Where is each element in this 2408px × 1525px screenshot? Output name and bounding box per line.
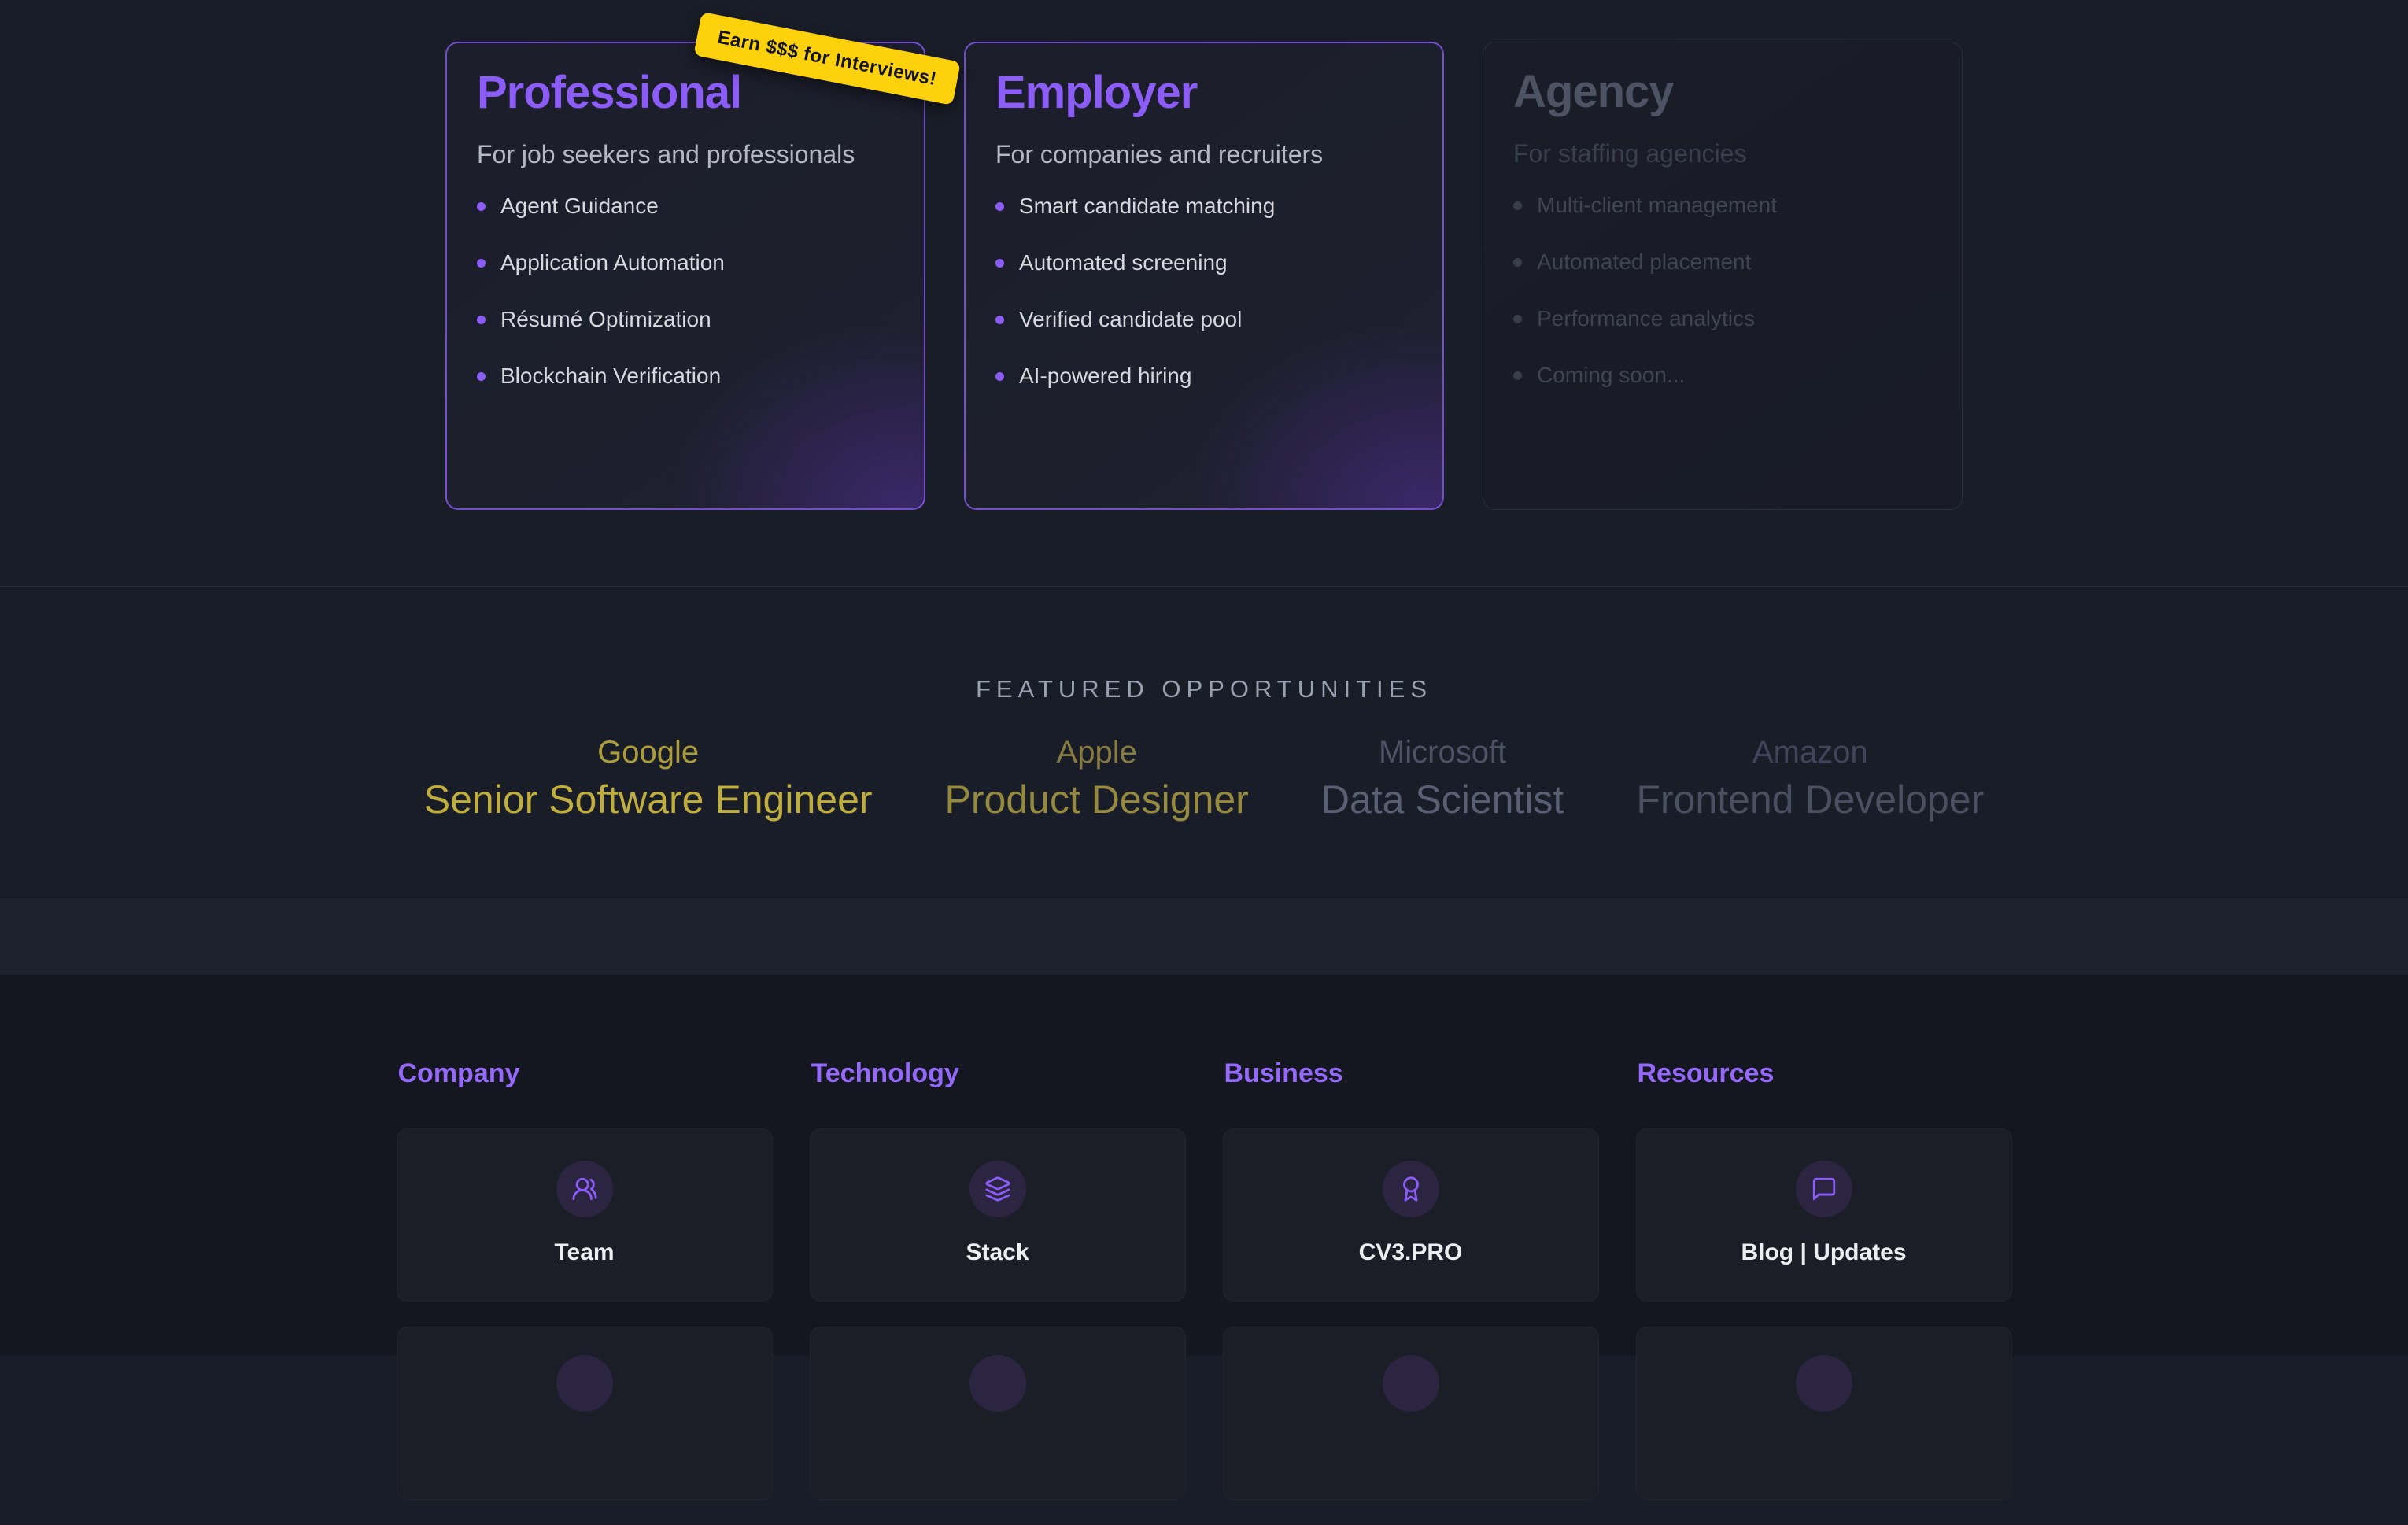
plan-feature: Coming soon... [1513, 362, 1932, 389]
bullet-icon [1513, 201, 1522, 210]
plan-feature: Blockchain Verification [477, 363, 894, 390]
bullet-icon [477, 202, 486, 211]
message-icon [1796, 1161, 1852, 1217]
footer-column-technology: Technology Stack [810, 1058, 1186, 1525]
hidden-icon [969, 1355, 1026, 1412]
plan-subtitle: For companies and recruiters [995, 139, 1413, 169]
plan-title: Agency [1513, 66, 1932, 118]
footer-column-resources: Resources Blog | Updates [1636, 1058, 2012, 1525]
plans-section: Earn $$$ for Interviews! Professional Fo… [0, 0, 2408, 586]
footer-heading: Company [398, 1058, 773, 1089]
featured-job-amazon[interactable]: Amazon Frontend Developer [1636, 733, 1984, 823]
job-company: Apple [945, 733, 1249, 771]
users-icon [556, 1161, 613, 1217]
bullet-icon [1513, 258, 1522, 267]
featured-heading: FEATURED OPPORTUNITIES [0, 675, 2408, 703]
job-title: Frontend Developer [1636, 776, 1984, 823]
footer-card-team[interactable]: Team [397, 1128, 773, 1302]
featured-job-apple[interactable]: Apple Product Designer [945, 733, 1249, 823]
plan-feature: AI-powered hiring [995, 363, 1413, 390]
plan-subtitle: For staffing agencies [1513, 138, 1932, 168]
footer-card-label: Blog | Updates [1741, 1239, 1906, 1266]
hidden-icon [1796, 1355, 1852, 1412]
bullet-icon [995, 372, 1004, 381]
plan-feature: Résumé Optimization [477, 306, 894, 333]
plan-feature-label: Agent Guidance [500, 194, 659, 219]
plan-feature-label: Automated screening [1019, 250, 1228, 275]
award-icon [1383, 1161, 1439, 1217]
plan-feature: Verified candidate pool [995, 306, 1413, 333]
featured-jobs-row: Google Senior Software Engineer Apple Pr… [0, 733, 2408, 823]
plan-feature: Multi-client management [1513, 192, 1932, 219]
featured-opportunities-section: FEATURED OPPORTUNITIES Google Senior Sof… [0, 586, 2408, 899]
plan-feature-label: Application Automation [500, 250, 725, 275]
job-title: Product Designer [945, 776, 1249, 823]
job-title: Senior Software Engineer [424, 776, 873, 823]
job-title: Data Scientist [1321, 776, 1564, 823]
bullet-icon [1513, 315, 1522, 323]
plan-feature-label: Performance analytics [1537, 306, 1755, 331]
hidden-icon [556, 1355, 613, 1412]
site-footer: Company Team Technology Stack [0, 974, 2408, 1356]
footer-column-company: Company Team [397, 1058, 773, 1525]
footer-card-cv3pro[interactable]: CV3.PRO [1223, 1128, 1599, 1302]
footer-card-partial[interactable] [397, 1327, 773, 1500]
job-company: Amazon [1636, 733, 1984, 771]
plan-feature: Automated screening [995, 249, 1413, 276]
plan-title: Employer [995, 67, 1413, 119]
plan-feature-label: Verified candidate pool [1019, 307, 1242, 332]
hidden-icon [1383, 1355, 1439, 1412]
footer-heading: Resources [1638, 1058, 2012, 1089]
footer-card-label: Stack [966, 1239, 1029, 1266]
plan-feature-label: Coming soon... [1537, 363, 1685, 388]
bullet-icon [477, 259, 486, 268]
plan-feature-label: Blockchain Verification [500, 364, 721, 389]
featured-job-google[interactable]: Google Senior Software Engineer [424, 733, 873, 823]
footer-heading: Business [1224, 1058, 1599, 1089]
plan-card-agency: Agency For staffing agencies Multi-clien… [1483, 42, 1963, 510]
bullet-icon [477, 372, 486, 381]
footer-card-blog[interactable]: Blog | Updates [1636, 1128, 2012, 1302]
footer-heading: Technology [811, 1058, 1186, 1089]
plans-row: Professional For job seekers and profess… [445, 42, 1963, 510]
plan-feature: Application Automation [477, 249, 894, 276]
bullet-icon [995, 259, 1004, 268]
plan-feature: Agent Guidance [477, 193, 894, 220]
plan-feature-label: AI-powered hiring [1019, 364, 1191, 389]
footer-card-label: CV3.PRO [1359, 1239, 1463, 1266]
layers-icon [969, 1161, 1026, 1217]
plan-subtitle: For job seekers and professionals [477, 139, 894, 169]
footer-card-partial[interactable] [1223, 1327, 1599, 1500]
plan-feature: Performance analytics [1513, 305, 1932, 332]
footer-column-business: Business CV3.PRO [1223, 1058, 1599, 1525]
footer-card-partial[interactable] [810, 1327, 1186, 1500]
footer-columns: Company Team Technology Stack [397, 1058, 2012, 1525]
bullet-icon [995, 316, 1004, 324]
plan-feature: Smart candidate matching [995, 193, 1413, 220]
plan-feature-list: Smart candidate matching Automated scree… [995, 193, 1413, 390]
job-company: Google [424, 733, 873, 771]
plan-feature: Automated placement [1513, 249, 1932, 275]
plan-feature-list: Multi-client management Automated placem… [1513, 192, 1932, 389]
footer-card-label: Team [554, 1239, 614, 1266]
plan-feature-label: Multi-client management [1537, 193, 1777, 218]
section-divider-band [0, 899, 2408, 974]
featured-job-microsoft[interactable]: Microsoft Data Scientist [1321, 733, 1564, 823]
plan-feature-label: Automated placement [1537, 249, 1751, 275]
bullet-icon [1513, 371, 1522, 380]
bullet-icon [477, 316, 486, 324]
job-company: Microsoft [1321, 733, 1564, 771]
plan-card-professional[interactable]: Professional For job seekers and profess… [445, 42, 925, 510]
plan-feature-label: Résumé Optimization [500, 307, 711, 332]
plan-card-employer[interactable]: Employer For companies and recruiters Sm… [964, 42, 1444, 510]
plan-feature-label: Smart candidate matching [1019, 194, 1275, 219]
footer-card-stack[interactable]: Stack [810, 1128, 1186, 1302]
bullet-icon [995, 202, 1004, 211]
plan-feature-list: Agent Guidance Application Automation Ré… [477, 193, 894, 390]
footer-card-partial[interactable] [1636, 1327, 2012, 1500]
